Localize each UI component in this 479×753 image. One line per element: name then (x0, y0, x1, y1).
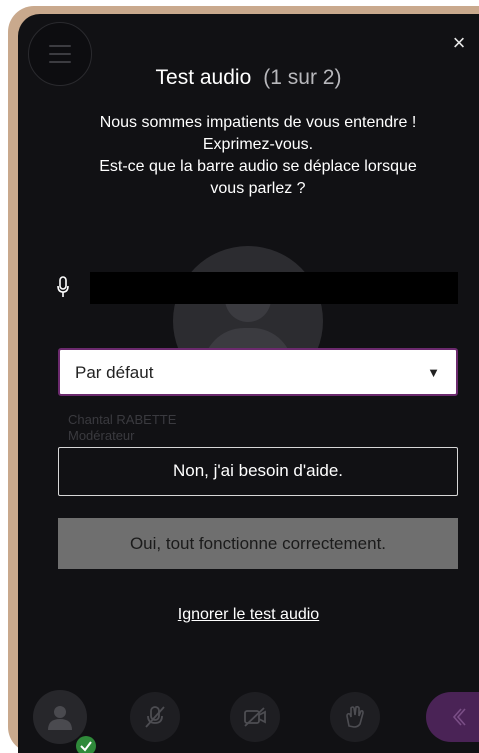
bottom-toolbar (18, 680, 479, 753)
skip-audio-test-link[interactable]: Ignorer le test audio (18, 606, 479, 624)
select-value: Par défaut (75, 363, 154, 382)
modal-title-text: Test audio (155, 66, 252, 89)
participant-role: Modérateur (68, 428, 135, 443)
participant-name: Chantal RABETTE (68, 412, 177, 427)
description-line: vous parlez ? (210, 180, 306, 197)
audio-works-button[interactable]: Oui, tout fonctionne correctement. (58, 518, 458, 569)
caret-down-icon: ▼ (427, 365, 440, 380)
microphone-muted-icon[interactable] (130, 692, 180, 742)
audio-level-meter (90, 272, 458, 304)
modal-title: Test audio (1 sur 2) (18, 66, 479, 90)
microphone-icon (57, 276, 69, 297)
modal-description: Nous sommes impatients de vous entendre … (48, 112, 468, 200)
description-line: Nous sommes impatients de vous entendre … (99, 114, 417, 131)
camera-off-icon[interactable] (230, 692, 280, 742)
raise-hand-icon[interactable] (330, 692, 380, 742)
chevron-left-icon[interactable] (426, 692, 479, 742)
input-device-select[interactable]: Par défaut ▼ (58, 348, 458, 396)
close-icon[interactable]: × (448, 32, 470, 54)
status-ok-icon (76, 736, 96, 753)
description-line: Exprimez-vous. (202, 136, 314, 153)
user-glyph (48, 706, 72, 730)
app-screen: Chantal RABETTE Modérateur × Test audio (… (18, 14, 479, 753)
need-help-button[interactable]: Non, j'ai besoin d'aide. (58, 447, 458, 496)
description-line: Est-ce que la barre audio se déplace lor… (99, 158, 417, 175)
modal-step: (1 sur 2) (263, 66, 342, 89)
